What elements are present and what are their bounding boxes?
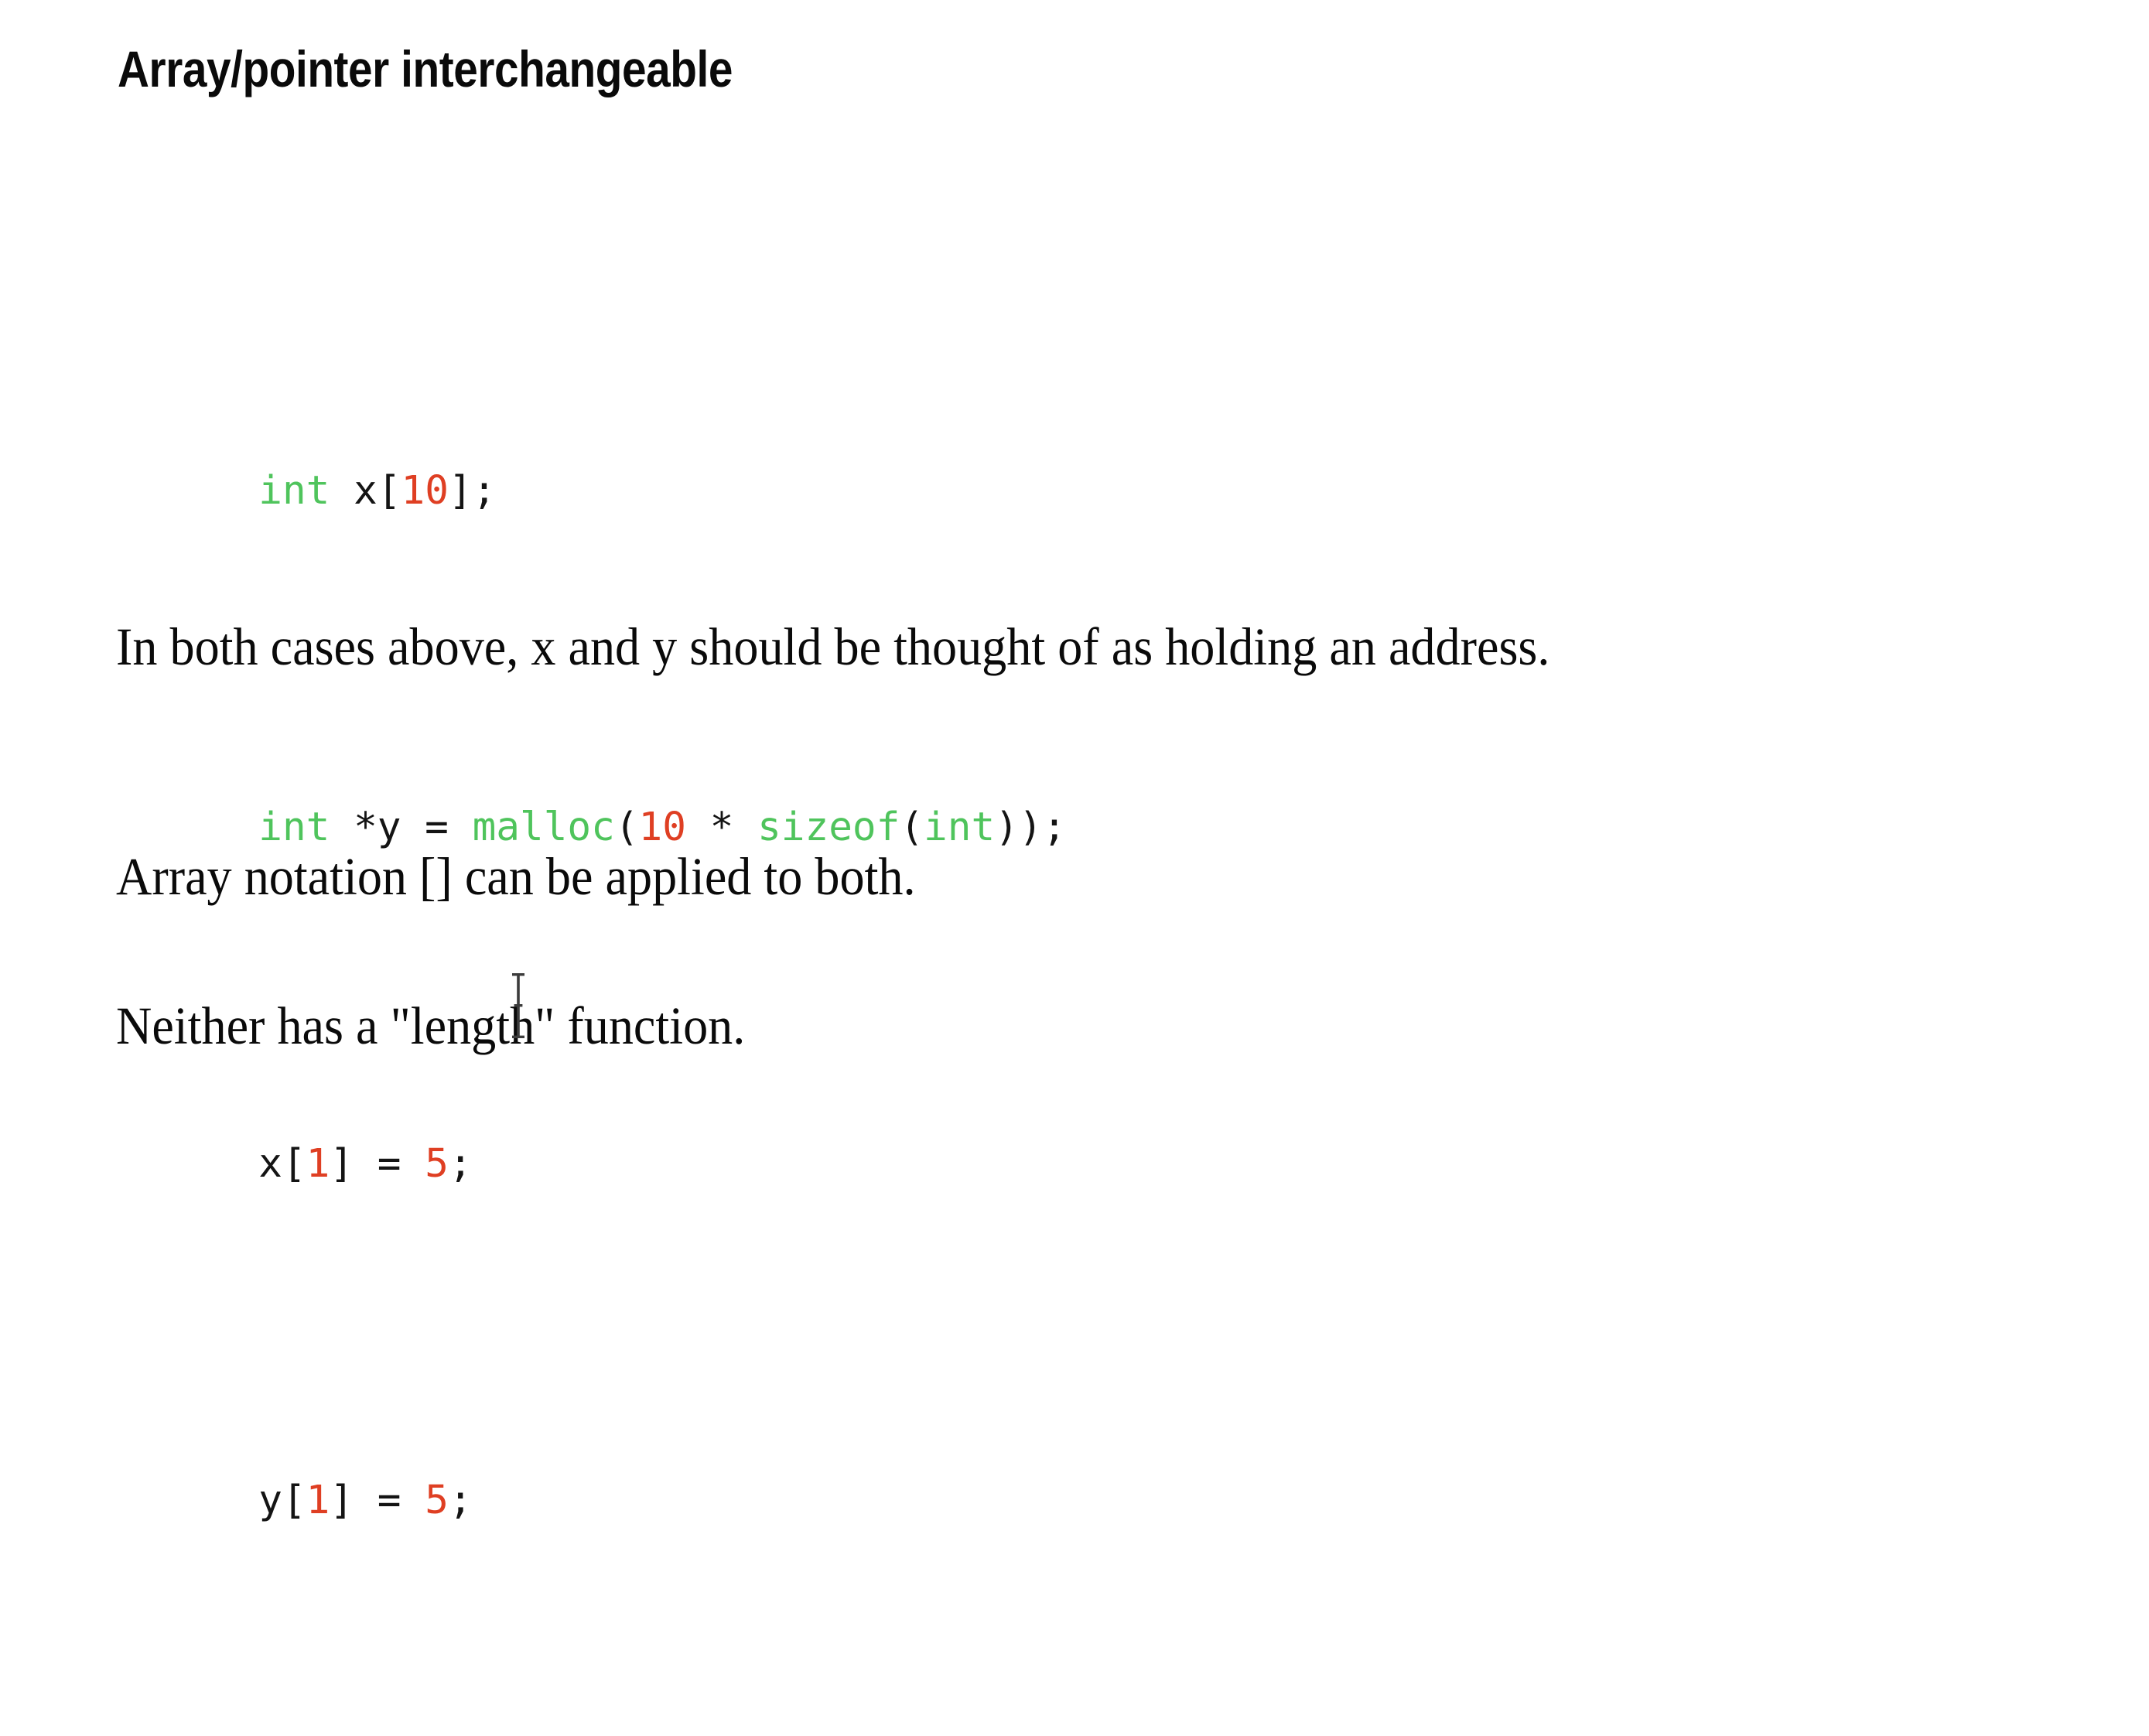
- code-token-plain: ] =: [330, 1478, 425, 1523]
- code-token-number: 1: [306, 1478, 330, 1523]
- code-token-plain: ];: [448, 468, 497, 514]
- code-token-number: 1: [306, 1141, 330, 1187]
- slide-canvas: Array/pointer interchangeable int x[10];…: [0, 0, 2149, 1523]
- body-paragraph-2: Array notation [] can be applied to both…: [116, 847, 916, 906]
- page-title: Array/pointer interchangeable: [118, 40, 733, 97]
- code-line-3: x[1] = 5;: [116, 1063, 1066, 1265]
- code-token-number: 5: [425, 1141, 449, 1187]
- code-line-4: y[1] = 5;: [116, 1399, 1066, 1601]
- code-line-1: int x[10];: [116, 390, 1066, 592]
- body-paragraph-3: Neither has a "length" function.: [116, 996, 746, 1055]
- code-token-keyword: int: [258, 468, 330, 514]
- code-token-plain: y[: [258, 1478, 306, 1523]
- body-paragraph-1: In both cases above, x and y should be t…: [116, 617, 1550, 676]
- code-token-plain: ;: [448, 1478, 473, 1523]
- code-token-plain: ;: [448, 1141, 473, 1187]
- code-token-number: 10: [401, 468, 449, 514]
- code-token-number: 5: [425, 1478, 449, 1523]
- code-token-plain: ] =: [330, 1141, 425, 1187]
- code-token-plain: x[: [258, 1141, 306, 1187]
- code-token-plain: x[: [330, 468, 401, 514]
